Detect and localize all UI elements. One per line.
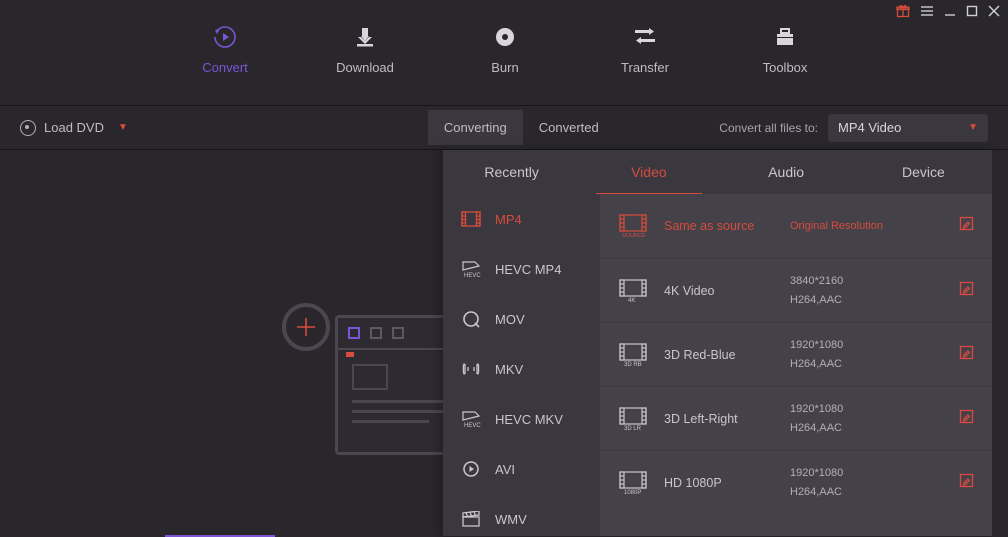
preset-codec: H264,AAC — [790, 421, 916, 435]
nav-toolbox[interactable]: Toolbox — [755, 24, 815, 105]
transfer-icon — [633, 24, 657, 50]
chevron-down-icon: ▼ — [118, 122, 128, 133]
chevron-down-icon: ▼ — [968, 122, 978, 133]
svg-text:HEVC: HEVC — [464, 273, 481, 278]
minimize-icon[interactable] — [944, 5, 956, 17]
preset-resolution: 3840*2160 — [790, 274, 916, 288]
nav-convert[interactable]: Convert — [195, 24, 255, 105]
toolbox-icon — [774, 24, 796, 50]
format-item-mkv[interactable]: MKV — [443, 344, 600, 394]
panel-tab-video[interactable]: Video — [580, 150, 717, 194]
svg-text:4K: 4K — [628, 298, 635, 303]
quicktime-icon — [461, 311, 481, 327]
clapper-icon — [461, 511, 481, 527]
dropzone-illustration — [60, 220, 440, 500]
add-files-button[interactable] — [282, 303, 330, 351]
nav-label: Toolbox — [763, 60, 808, 75]
close-icon[interactable] — [988, 5, 1000, 17]
svg-text:HEVC: HEVC — [464, 423, 481, 428]
panel-tab-audio[interactable]: Audio — [718, 150, 855, 194]
edit-preset-button[interactable] — [959, 473, 974, 493]
format-label: HEVC MKV — [495, 412, 563, 427]
preset-resolution: Original Resolution — [790, 219, 916, 233]
hevc-icon: HEVC — [461, 411, 481, 427]
menu-icon[interactable] — [920, 4, 934, 18]
1080p-icon: 1080P — [618, 470, 648, 496]
svg-text:3D RB: 3D RB — [624, 362, 642, 367]
format-select[interactable]: MP4 Video ▼ — [828, 114, 988, 142]
edit-preset-button[interactable] — [959, 409, 974, 429]
tab-converting[interactable]: Converting — [428, 110, 523, 145]
edit-preset-button[interactable] — [959, 216, 974, 236]
nav-transfer[interactable]: Transfer — [615, 24, 675, 105]
svg-text:1080P: 1080P — [624, 490, 641, 495]
format-list[interactable]: MP4 HEVC HEVC MP4 MOV MKV — [443, 194, 600, 536]
nav-label: Transfer — [621, 60, 669, 75]
panel-tab-recently[interactable]: Recently — [443, 150, 580, 194]
3d-rb-icon: 3D RB — [618, 342, 648, 368]
4k-icon: 4K — [618, 278, 648, 304]
preset-same-as-source[interactable]: SOURCE Same as source Original Resolutio… — [600, 194, 992, 258]
format-label: HEVC MP4 — [495, 262, 561, 277]
svg-text:3D LR: 3D LR — [624, 426, 642, 431]
format-label: MOV — [495, 312, 525, 327]
nav-label: Burn — [491, 60, 518, 75]
preset-4k-video[interactable]: 4K 4K Video 3840*2160 H264,AAC — [600, 258, 992, 322]
preset-resolution: 1920*1080 — [790, 402, 916, 416]
format-label: AVI — [495, 462, 515, 477]
gift-icon[interactable] — [896, 4, 910, 18]
3d-lr-icon: 3D LR — [618, 406, 648, 432]
convert-icon — [212, 24, 238, 50]
edit-preset-button[interactable] — [959, 281, 974, 301]
preset-hd-1080p[interactable]: 1080P HD 1080P 1920*1080 H264,AAC — [600, 450, 992, 514]
format-label: MP4 — [495, 212, 522, 227]
preset-resolution: 1920*1080 — [790, 466, 916, 480]
load-dvd-button[interactable]: Load DVD ▼ — [20, 120, 128, 136]
tab-converted[interactable]: Converted — [523, 110, 615, 145]
format-select-value: MP4 Video — [838, 120, 901, 135]
play-circle-icon — [461, 461, 481, 477]
format-label: MKV — [495, 362, 523, 377]
format-item-wmv[interactable]: WMV — [443, 494, 600, 536]
hevc-icon: HEVC — [461, 261, 481, 277]
load-dvd-label: Load DVD — [44, 120, 104, 135]
nav-label: Convert — [202, 60, 248, 75]
preset-name: 4K Video — [664, 284, 774, 298]
preset-name: 3D Red-Blue — [664, 348, 774, 362]
panel-tab-device[interactable]: Device — [855, 150, 992, 194]
preset-codec: H264,AAC — [790, 293, 916, 307]
format-item-hevc-mp4[interactable]: HEVC HEVC MP4 — [443, 244, 600, 294]
format-item-mov[interactable]: MOV — [443, 294, 600, 344]
sub-bar: Load DVD ▼ Converting Converted Convert … — [0, 106, 1008, 150]
preset-codec: H264,AAC — [790, 485, 916, 499]
preset-list[interactable]: SOURCE Same as source Original Resolutio… — [600, 194, 992, 536]
edit-preset-button[interactable] — [959, 345, 974, 365]
nav-burn[interactable]: Burn — [475, 24, 535, 105]
burn-icon — [494, 24, 516, 50]
nav-download[interactable]: Download — [335, 24, 395, 105]
svg-text:SOURCE: SOURCE — [622, 233, 646, 238]
convert-all-label: Convert all files to: — [719, 121, 818, 135]
format-item-hevc-mkv[interactable]: HEVC HEVC MKV — [443, 394, 600, 444]
disc-icon — [20, 120, 36, 136]
download-icon — [354, 24, 376, 50]
preset-name: Same as source — [664, 219, 774, 233]
format-label: WMV — [495, 512, 527, 527]
maximize-icon[interactable] — [966, 5, 978, 17]
preset-codec: H264,AAC — [790, 357, 916, 371]
preset-3d-left-right[interactable]: 3D LR 3D Left-Right 1920*1080 H264,AAC — [600, 386, 992, 450]
preset-name: HD 1080P — [664, 476, 774, 490]
film-icon — [461, 211, 481, 227]
preset-name: 3D Left-Right — [664, 412, 774, 426]
preset-3d-red-blue[interactable]: 3D RB 3D Red-Blue 1920*1080 H264,AAC — [600, 322, 992, 386]
format-item-avi[interactable]: AVI — [443, 444, 600, 494]
source-icon: SOURCE — [618, 213, 648, 239]
nav-label: Download — [336, 60, 394, 75]
preset-resolution: 1920*1080 — [790, 338, 916, 352]
mkv-icon — [461, 361, 481, 377]
format-panel: Recently Video Audio Device MP4 HEVC HEV… — [443, 150, 992, 536]
main-nav: Convert Download Burn Transfer Toolbox — [0, 0, 1008, 106]
format-item-mp4[interactable]: MP4 — [443, 194, 600, 244]
